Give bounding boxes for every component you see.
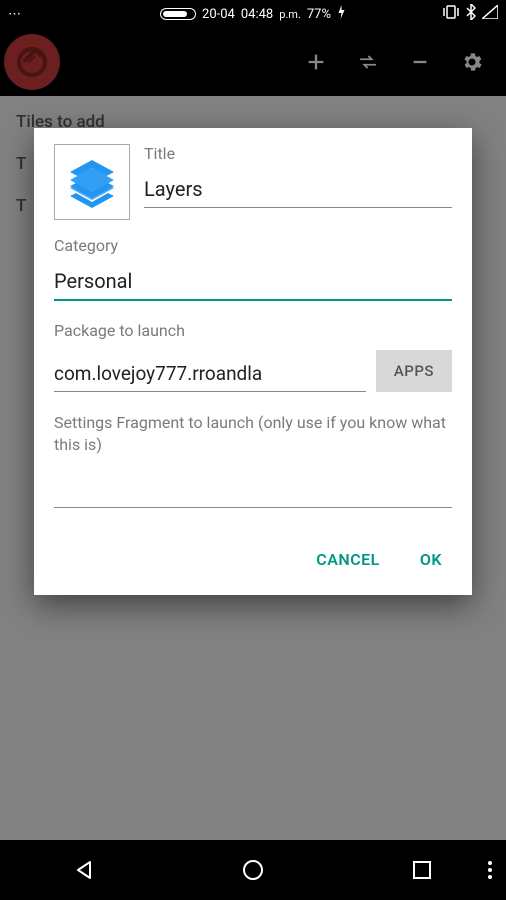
status-battery-pct: 77% bbox=[307, 7, 331, 22]
ok-button[interactable]: OK bbox=[414, 542, 448, 577]
ellipsis-icon: ⋯ bbox=[8, 7, 21, 22]
title-label: Title bbox=[144, 144, 452, 163]
signal-icon bbox=[482, 5, 498, 23]
add-button[interactable] bbox=[294, 40, 338, 84]
tile-icon-picker[interactable] bbox=[54, 144, 130, 220]
fragment-input[interactable] bbox=[54, 473, 452, 508]
status-time: 04:48 bbox=[241, 7, 273, 22]
package-label: Package to launch bbox=[54, 321, 452, 340]
status-date: 20-04 bbox=[202, 7, 235, 22]
app-bar bbox=[0, 28, 506, 96]
bolt-icon bbox=[337, 5, 346, 23]
title-input[interactable] bbox=[144, 173, 452, 208]
apps-button[interactable]: APPS bbox=[376, 350, 452, 392]
status-bar: ⋯ 20-04 04:48 p.m. 77% bbox=[0, 0, 506, 28]
category-input[interactable] bbox=[54, 265, 452, 301]
status-ampm: p.m. bbox=[279, 8, 301, 21]
bluetooth-icon bbox=[466, 4, 476, 24]
swap-button[interactable] bbox=[346, 40, 390, 84]
navigation-bar bbox=[0, 840, 506, 900]
home-button[interactable] bbox=[223, 850, 283, 890]
app-logo[interactable] bbox=[4, 34, 60, 90]
cancel-button[interactable]: CANCEL bbox=[310, 542, 386, 577]
back-button[interactable] bbox=[54, 850, 114, 890]
recents-button[interactable] bbox=[392, 850, 452, 890]
fragment-label: Settings Fragment to launch (only use if… bbox=[54, 412, 452, 455]
category-label: Category bbox=[54, 236, 452, 255]
tile-edit-dialog: Title Category Package to launch APPS Se… bbox=[34, 128, 472, 595]
remove-button[interactable] bbox=[398, 40, 442, 84]
settings-button[interactable] bbox=[450, 40, 494, 84]
vibrate-icon bbox=[442, 5, 460, 23]
layers-icon bbox=[62, 152, 122, 212]
nav-overflow-button[interactable] bbox=[488, 861, 492, 879]
package-input[interactable] bbox=[54, 358, 366, 392]
battery-icon bbox=[160, 8, 196, 20]
